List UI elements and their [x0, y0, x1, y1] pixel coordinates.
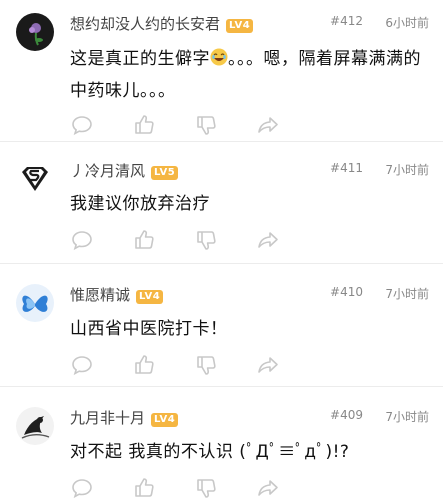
timestamp: 7小时前 [385, 163, 429, 177]
comment-content: 这是真正的生僻字 。。。嗯，隔着屏幕满满的中药味儿。。。 [70, 43, 443, 107]
comment-item: 丿冷月清风 LV5 #411 7小时前 我建议你放弃治疗 [0, 142, 443, 264]
username[interactable]: 惟愿精诚 LV4 [70, 284, 164, 305]
username[interactable]: 丿冷月清风 LV5 [70, 160, 179, 181]
username[interactable]: 九月非十月 LV4 [70, 407, 179, 428]
comment-text-part: 这是真正的生僻字 [70, 49, 210, 69]
timestamp: 6小时前 [385, 16, 429, 30]
comment-icon[interactable] [70, 113, 94, 137]
flower-dark-avatar-icon [16, 13, 54, 51]
like-icon[interactable] [132, 228, 156, 252]
superman-logo-avatar-icon [16, 160, 54, 198]
username-text: 惟愿精诚 [70, 286, 131, 304]
username-text: 九月非十月 [70, 409, 146, 427]
laughing-emoji-icon [210, 48, 228, 66]
level-badge: LV5 [151, 166, 179, 180]
action-bar [70, 113, 443, 139]
comment-content: 我建议你放弃治疗 [70, 194, 210, 214]
dislike-icon[interactable] [194, 476, 218, 500]
like-icon[interactable] [132, 113, 156, 137]
level-badge: LV4 [136, 290, 164, 304]
timestamp: 7小时前 [385, 410, 429, 424]
floor-number: #410 [330, 285, 363, 299]
floor-number: #412 [330, 14, 363, 28]
action-bar [70, 353, 443, 379]
timestamp: 7小时前 [385, 287, 429, 301]
user-avatar[interactable] [16, 160, 54, 198]
share-icon[interactable] [256, 476, 280, 500]
level-badge: LV4 [226, 19, 254, 33]
dislike-icon[interactable] [194, 353, 218, 377]
like-icon[interactable] [132, 476, 156, 500]
dislike-icon[interactable] [194, 113, 218, 137]
comment-icon[interactable] [70, 228, 94, 252]
blue-butterfly-avatar-icon [16, 284, 54, 322]
comment-item: 惟愿精诚 LV4 #410 7小时前 山西省中医院打卡！ [0, 264, 443, 387]
like-icon[interactable] [132, 353, 156, 377]
comment-icon[interactable] [70, 353, 94, 377]
comment-item: 九月非十月 LV4 #409 7小时前 对不起 我真的不认识 (ﾟДﾟ≡ﾟдﾟ)!… [0, 387, 443, 500]
ink-sketch-avatar-icon [16, 407, 54, 445]
share-icon[interactable] [256, 113, 280, 137]
comment-item: 想约却没人约的长安君 LV4 #412 6小时前 这是真正的生僻字 。。。嗯，隔着屏… [0, 0, 443, 142]
user-avatar[interactable] [16, 13, 54, 51]
share-icon[interactable] [256, 353, 280, 377]
comment-icon[interactable] [70, 476, 94, 500]
share-icon[interactable] [256, 228, 280, 252]
comment-content: 对不起 我真的不认识 (ﾟДﾟ≡ﾟдﾟ)!? [70, 442, 350, 462]
floor-number: #409 [330, 408, 363, 422]
floor-number: #411 [330, 161, 363, 175]
dislike-icon[interactable] [194, 228, 218, 252]
user-avatar[interactable] [16, 407, 54, 445]
action-bar [70, 228, 443, 254]
username-text: 丿冷月清风 [70, 162, 146, 180]
username-text: 想约却没人约的长安君 [70, 15, 221, 33]
user-avatar[interactable] [16, 284, 54, 322]
comment-content: 山西省中医院打卡！ [70, 319, 228, 339]
action-bar [70, 476, 443, 502]
level-badge: LV4 [151, 413, 179, 427]
username[interactable]: 想约却没人约的长安君 LV4 [70, 13, 254, 34]
